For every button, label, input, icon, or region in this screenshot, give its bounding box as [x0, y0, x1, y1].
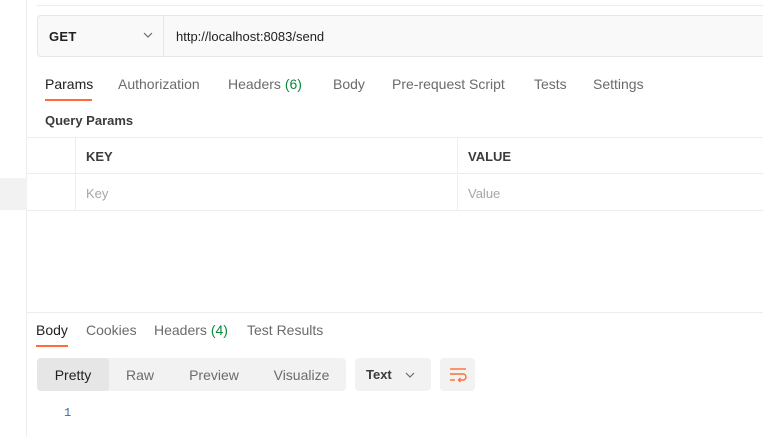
active-tab-indicator: [45, 99, 92, 101]
tab-label: Pre-request Script: [392, 76, 505, 92]
tab-authorization[interactable]: Authorization: [118, 76, 200, 102]
tab-label: Headers: [228, 76, 281, 92]
tab-label: Body: [36, 322, 68, 338]
line-number: 1: [64, 406, 72, 420]
gutter-highlight: [0, 178, 27, 210]
value-input[interactable]: [468, 185, 749, 201]
key-column-header: KEY: [76, 138, 458, 174]
tab-params[interactable]: Params: [45, 76, 93, 102]
top-divider: [37, 5, 763, 6]
tab-label: Test Results: [247, 322, 324, 338]
active-tab-indicator: [36, 345, 68, 347]
tab-tests[interactable]: Tests: [534, 76, 567, 102]
format-label: Text: [366, 367, 392, 382]
value-cell: [458, 175, 763, 211]
response-tab-body[interactable]: Body: [36, 322, 68, 348]
row-checkbox-cell: [27, 175, 76, 211]
tab-body[interactable]: Body: [333, 76, 365, 102]
format-select[interactable]: Text: [355, 358, 431, 391]
tab-label: Cookies: [86, 322, 137, 338]
tab-label: Settings: [593, 76, 644, 92]
method-select[interactable]: GET: [38, 16, 164, 56]
view-preview-button[interactable]: Preview: [171, 358, 257, 391]
method-label: GET: [49, 28, 77, 44]
tab-label: Headers: [154, 322, 207, 338]
view-visualize-button[interactable]: Visualize: [257, 358, 346, 391]
response-tab-cookies[interactable]: Cookies: [86, 322, 137, 348]
tab-headers[interactable]: Headers (6): [228, 76, 302, 102]
key-cell: [76, 175, 458, 211]
response-tab-headers[interactable]: Headers (4): [154, 322, 228, 348]
value-header-label: VALUE: [468, 148, 512, 164]
table-header-row: KEY VALUE: [27, 138, 763, 174]
left-gutter: [0, 0, 27, 437]
response-tab-test-results[interactable]: Test Results: [247, 322, 323, 348]
value-column-header: VALUE: [458, 138, 763, 174]
wrap-lines-icon: [450, 368, 467, 383]
url-bar: GET: [37, 15, 763, 57]
tab-label: Params: [45, 76, 94, 92]
view-mode-group: Pretty Raw Preview Visualize: [37, 358, 346, 391]
tab-label: Body: [333, 76, 365, 92]
chevron-down-icon: [405, 372, 415, 378]
query-params-title: Query Params: [45, 113, 134, 128]
chevron-down-icon: [143, 32, 153, 38]
tab-label: Tests: [534, 76, 567, 92]
checkbox-column-header: [27, 138, 76, 174]
view-raw-button[interactable]: Raw: [109, 358, 171, 391]
tab-pre-request-script[interactable]: Pre-request Script: [392, 76, 505, 102]
key-input[interactable]: [86, 185, 439, 201]
response-headers-count: (4): [210, 322, 228, 338]
url-input[interactable]: [176, 16, 736, 56]
headers-count: (6): [284, 76, 302, 92]
table-row: [27, 175, 763, 211]
wrap-lines-button[interactable]: [440, 358, 475, 391]
view-pretty-button[interactable]: Pretty: [37, 358, 109, 391]
tab-label: Authorization: [118, 76, 200, 92]
response-divider: [27, 312, 763, 313]
tab-settings[interactable]: Settings: [593, 76, 644, 102]
key-header-label: KEY: [86, 148, 113, 164]
params-table: KEY VALUE: [27, 137, 763, 211]
